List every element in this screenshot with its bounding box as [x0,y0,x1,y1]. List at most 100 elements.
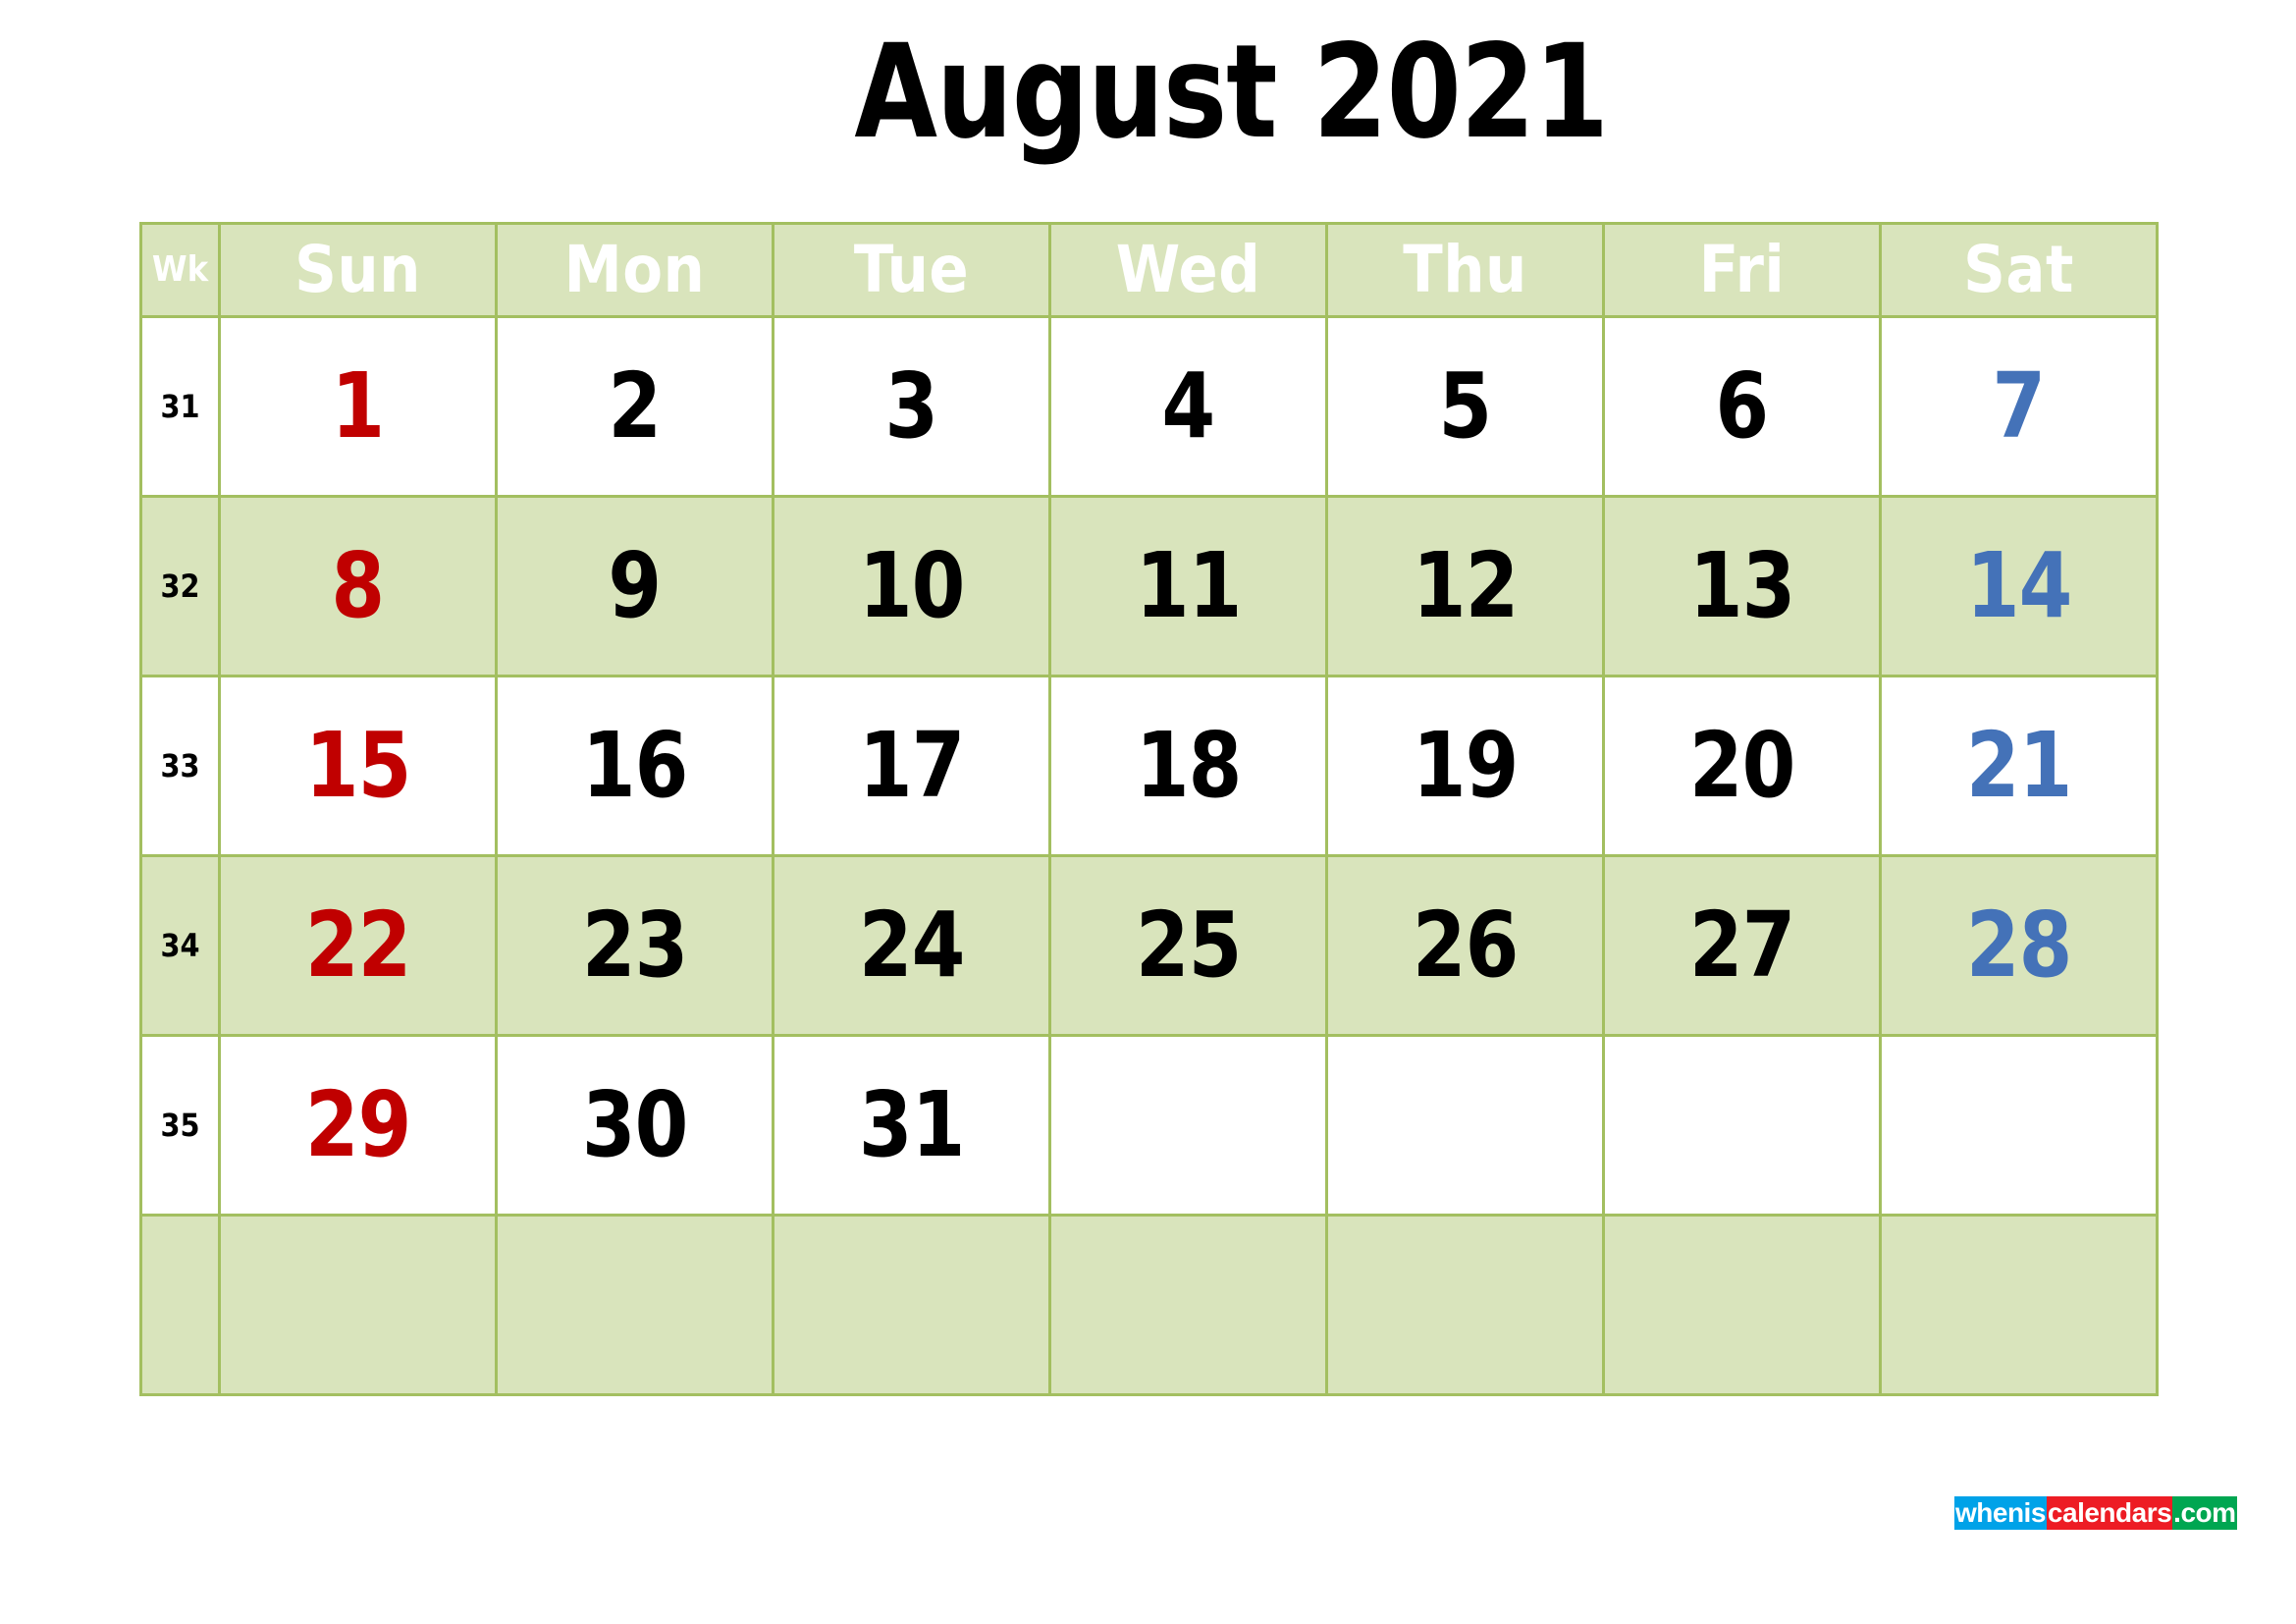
week-number-cell: 31 [139,315,221,498]
watermark-part-com: .com [2172,1496,2237,1530]
day-number: 22 [304,893,411,998]
day-number: 1 [331,353,386,459]
day-number: 25 [1135,893,1242,998]
day-cell[interactable]: 30 [495,1034,774,1217]
day-number: 15 [304,713,411,818]
week-number-cell [139,1214,221,1396]
page-title: August 2021 [854,17,1610,168]
day-number: 24 [858,893,965,998]
header-day-sun: Sun [218,222,498,318]
day-cell[interactable]: 31 [772,1034,1051,1217]
week-number-cell: 35 [139,1034,221,1217]
header-day-sat: Sat [1879,222,2159,318]
day-cell-empty [1879,1034,2159,1217]
watermark-part-calendars: calendars [2046,1496,2173,1530]
watermark-logo[interactable]: whenis calendars .com [1954,1496,2237,1530]
day-cell[interactable]: 23 [495,854,774,1037]
calendar-header-row: Wk Sun Mon Tue Wed Thu Fri Sat [139,222,2159,318]
day-cell[interactable]: 8 [218,495,498,677]
day-number: 29 [304,1072,411,1177]
header-day-fri: Fri [1602,222,1882,318]
day-cell[interactable]: 9 [495,495,774,677]
calendar-week-row: 34 22 23 24 25 26 27 28 [139,854,2159,1037]
day-cell[interactable]: 6 [1602,315,1882,498]
day-number: 30 [581,1072,688,1177]
day-cell-empty [218,1214,498,1396]
day-number: 19 [1412,713,1519,818]
day-number: 6 [1715,353,1770,459]
day-cell[interactable]: 22 [218,854,498,1037]
calendar-week-row: 31 1 2 3 4 5 6 7 [139,315,2159,498]
day-number: 31 [858,1072,965,1177]
day-cell[interactable]: 3 [772,315,1051,498]
day-number: 27 [1688,893,1795,998]
watermark-part-whenis: whenis [1954,1496,2047,1530]
day-cell-empty [1048,1034,1328,1217]
day-cell[interactable]: 17 [772,675,1051,857]
day-number: 14 [1965,533,2072,638]
day-cell[interactable]: 2 [495,315,774,498]
day-cell-empty [495,1214,774,1396]
day-cell[interactable]: 5 [1325,315,1605,498]
day-cell[interactable]: 25 [1048,854,1328,1037]
day-cell[interactable]: 15 [218,675,498,857]
day-number: 5 [1438,353,1493,459]
day-number: 18 [1135,713,1242,818]
day-cell[interactable]: 13 [1602,495,1882,677]
day-number: 13 [1688,533,1795,638]
day-cell[interactable]: 24 [772,854,1051,1037]
day-cell[interactable]: 14 [1879,495,2159,677]
day-cell[interactable]: 1 [218,315,498,498]
day-number: 16 [581,713,688,818]
calendar-week-row: 35 29 30 31 [139,1034,2159,1217]
calendar-body: 31 1 2 3 4 5 6 7 32 8 9 10 11 12 13 14 33 15 16 17 18 19 20 21 3… [139,315,2159,1396]
day-number: 11 [1135,533,1242,638]
day-cell[interactable]: 11 [1048,495,1328,677]
header-day-thu: Thu [1325,222,1605,318]
header-day-mon: Mon [495,222,774,318]
week-number-cell: 33 [139,675,221,857]
day-cell[interactable]: 26 [1325,854,1605,1037]
day-number: 21 [1965,713,2072,818]
day-cell-empty [1602,1034,1882,1217]
day-number: 28 [1965,893,2072,998]
header-day-tue: Tue [772,222,1051,318]
day-number: 3 [884,353,939,459]
day-cell[interactable]: 20 [1602,675,1882,857]
day-cell-empty [1602,1214,1882,1396]
day-number: 23 [581,893,688,998]
day-number: 4 [1161,353,1216,459]
day-cell-empty [1879,1214,2159,1396]
day-cell[interactable]: 29 [218,1034,498,1217]
calendar-week-row: 33 15 16 17 18 19 20 21 [139,675,2159,857]
day-cell[interactable]: 16 [495,675,774,857]
day-cell-empty [1325,1214,1605,1396]
calendar-week-row [139,1214,2159,1396]
week-number-cell: 34 [139,854,221,1037]
day-number: 12 [1412,533,1519,638]
day-cell[interactable]: 27 [1602,854,1882,1037]
day-cell[interactable]: 12 [1325,495,1605,677]
day-number: 26 [1412,893,1519,998]
day-cell[interactable]: 10 [772,495,1051,677]
day-number: 9 [608,533,663,638]
day-cell[interactable]: 19 [1325,675,1605,857]
header-day-wed: Wed [1048,222,1328,318]
day-cell[interactable]: 7 [1879,315,2159,498]
day-number: 7 [1992,353,2047,459]
day-cell-empty [772,1214,1051,1396]
day-number: 20 [1688,713,1795,818]
day-cell[interactable]: 28 [1879,854,2159,1037]
day-cell[interactable]: 4 [1048,315,1328,498]
page-title-container: August 2021 [0,27,2296,157]
day-cell[interactable]: 18 [1048,675,1328,857]
day-cell-empty [1048,1214,1328,1396]
day-number: 10 [858,533,965,638]
day-cell[interactable]: 21 [1879,675,2159,857]
calendar-week-row: 32 8 9 10 11 12 13 14 [139,495,2159,677]
day-number: 17 [858,713,965,818]
day-number: 8 [331,533,386,638]
week-number-cell: 32 [139,495,221,677]
calendar-table: Wk Sun Mon Tue Wed Thu Fri Sat 31 1 2 3 4 5 6 7… [139,222,2159,1396]
header-week-number: Wk [139,222,221,318]
